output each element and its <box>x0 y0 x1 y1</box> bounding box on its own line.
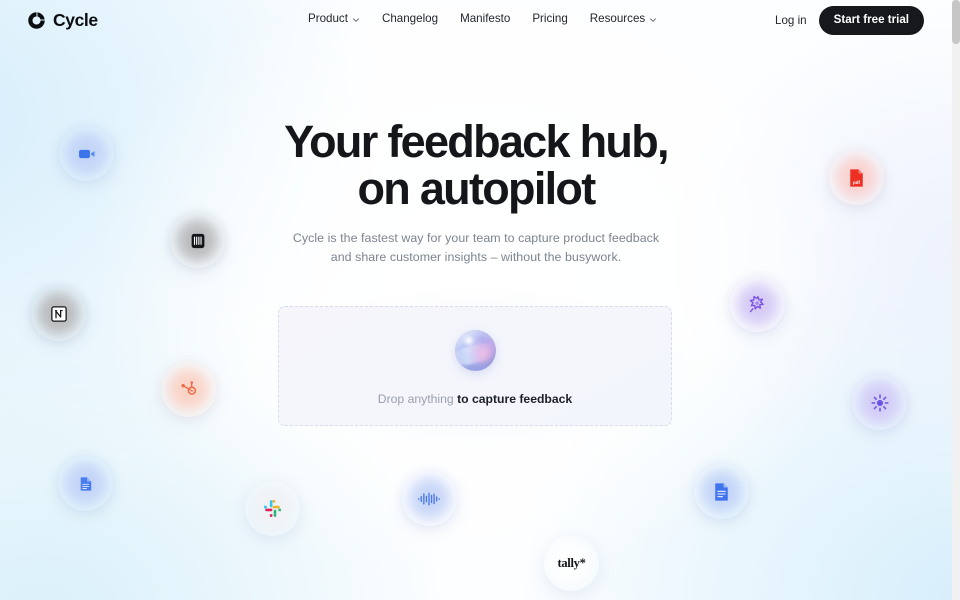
dropzone-label-strong: to capture feedback <box>457 392 573 407</box>
hubspot-icon[interactable] <box>161 362 216 417</box>
sun-burst-icon[interactable] <box>852 375 907 430</box>
nav-item-product[interactable]: Product <box>308 13 360 25</box>
hero-subtitle: Cycle is the fastest way for your team t… <box>0 229 952 267</box>
dropzone-label: Drop anything to capture feedback <box>378 393 572 405</box>
background-wash-bottom-right <box>0 0 960 600</box>
notion-glyph <box>49 304 69 324</box>
nav-item-manifesto-label: Manifesto <box>460 12 511 25</box>
document-sheet-icon[interactable] <box>694 464 749 519</box>
brand-name: Cycle <box>53 9 98 30</box>
scrollbar-track[interactable] <box>952 0 960 600</box>
cycle-ring-logo-icon <box>27 11 46 30</box>
background-wash-top-left <box>0 0 960 600</box>
audio-waveform-icon[interactable] <box>402 471 457 526</box>
dropzone-label-muted: Drop anything <box>377 392 458 407</box>
page-root: Cycle Product Changelog Manifesto Pricin… <box>0 0 960 600</box>
site-header: Cycle Product Changelog Manifesto Pricin… <box>0 0 952 43</box>
document-blue-icon[interactable] <box>58 456 113 511</box>
nav-item-resources[interactable]: Resources <box>590 13 657 25</box>
tally-icon[interactable]: tally* <box>544 536 599 591</box>
start-free-trial-button[interactable]: Start free trial <box>818 6 924 35</box>
login-link[interactable]: Log in <box>775 14 807 27</box>
chevron-down-icon <box>352 15 360 23</box>
sparkle-glyph <box>748 295 768 315</box>
nav-item-resources-label: Resources <box>589 12 646 25</box>
sun-burst-glyph <box>870 393 890 413</box>
background-wash-bottom-left <box>0 0 960 600</box>
gradient-orb-icon <box>454 330 496 372</box>
nav-item-pricing[interactable]: Pricing <box>532 13 567 25</box>
slack-glyph <box>263 499 283 519</box>
nav-item-changelog-label: Changelog <box>381 12 439 25</box>
document-blue-glyph <box>76 474 96 494</box>
hero-subtitle-line-2: and share customer insights – without th… <box>330 250 622 264</box>
hero-title-line-2: on autopilot <box>357 163 596 214</box>
document-sheet-glyph <box>712 482 732 502</box>
audio-waveform-glyph <box>417 489 442 509</box>
scrollbar-thumb[interactable] <box>952 0 960 44</box>
page-title: Your feedback hub, on autopilot <box>0 118 952 212</box>
hubspot-glyph <box>179 380 199 400</box>
header-actions: Log in Start free trial <box>775 6 924 35</box>
nav-item-changelog[interactable]: Changelog <box>382 13 438 25</box>
nav-item-product-label: Product <box>308 12 348 25</box>
tally-wordmark: tally* <box>557 556 586 571</box>
chevron-down-icon <box>649 15 657 23</box>
slack-icon[interactable] <box>245 481 300 536</box>
hero-subtitle-line-1: Cycle is the fastest way for your team t… <box>292 231 660 245</box>
hero-title-line-1: Your feedback hub, <box>284 116 669 167</box>
dropzone-capture-feedback[interactable]: Drop anything to capture feedback <box>278 306 672 426</box>
background-wash-right <box>0 0 960 600</box>
brand-logo-link[interactable]: Cycle <box>27 11 98 30</box>
notion-icon[interactable] <box>31 286 86 341</box>
nav-item-pricing-label: Pricing <box>532 12 568 25</box>
primary-nav: Product Changelog Manifesto Pricing Reso… <box>308 13 657 25</box>
sparkle-icon[interactable] <box>730 277 785 332</box>
nav-item-manifesto[interactable]: Manifesto <box>460 13 510 25</box>
background-wash-center <box>0 0 960 600</box>
